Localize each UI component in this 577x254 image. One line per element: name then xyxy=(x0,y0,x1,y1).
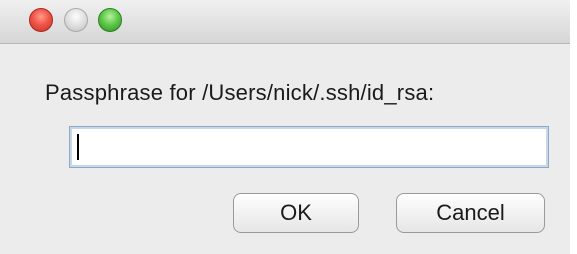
cancel-button[interactable]: Cancel xyxy=(396,193,545,233)
minimize-window-icon[interactable] xyxy=(64,8,88,32)
zoom-window-icon[interactable] xyxy=(98,8,122,32)
passphrase-input[interactable] xyxy=(69,126,549,168)
ok-button[interactable]: OK xyxy=(233,193,359,233)
text-caret xyxy=(77,134,79,160)
passphrase-prompt-label: Passphrase for /Users/nick/.ssh/id_rsa: xyxy=(45,80,435,105)
passphrase-dialog: Passphrase for /Users/nick/.ssh/id_rsa: … xyxy=(0,0,570,254)
close-window-icon[interactable] xyxy=(29,8,53,32)
title-bar[interactable] xyxy=(0,0,570,44)
